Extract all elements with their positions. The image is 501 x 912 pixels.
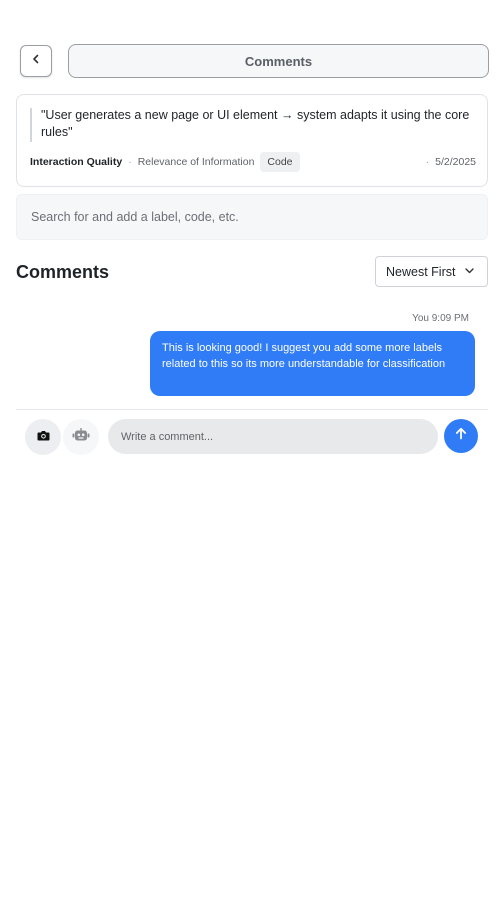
message-time: 9:09 PM: [431, 313, 469, 324]
arrow-up-icon: [455, 427, 467, 445]
category-label: Interaction Quality: [30, 156, 123, 168]
chevron-left-icon: [30, 52, 42, 70]
chevron-down-icon: [464, 265, 475, 279]
code-badge[interactable]: Code: [260, 152, 300, 172]
meta-row: Interaction Quality · Relevance of Infor…: [30, 151, 476, 173]
search-input[interactable]: [31, 210, 473, 224]
separator-dot: ·: [128, 156, 132, 168]
send-button[interactable]: [444, 419, 478, 453]
divider: [16, 409, 488, 410]
search-bar[interactable]: [16, 194, 488, 240]
quote-text: "User generates a new page or UI element…: [41, 108, 470, 139]
section-title: Comments: [16, 262, 110, 282]
message-meta: You 9:09 PM: [300, 313, 469, 324]
quote-card[interactable]: "User generates a new page or UI element…: [16, 94, 488, 187]
quote-bar: [30, 108, 32, 142]
sort-selected-label: Newest First: [386, 264, 456, 279]
comment-field[interactable]: [108, 419, 438, 454]
camera-icon: [37, 428, 50, 446]
back-button[interactable]: [20, 45, 52, 77]
robot-icon: [72, 427, 90, 447]
message-author: You: [412, 313, 429, 324]
page-title[interactable]: Comments: [68, 44, 489, 78]
subcategory-label: Relevance of Information: [137, 156, 255, 168]
camera-button[interactable]: [25, 419, 61, 455]
bot-button[interactable]: [63, 419, 99, 455]
comment-input[interactable]: [121, 430, 425, 443]
sort-dropdown[interactable]: Newest First: [375, 256, 488, 287]
date-label: 5/2/2025: [435, 156, 476, 168]
separator-dot: ·: [425, 156, 430, 168]
message-bubble: This is looking good! I suggest you add …: [150, 331, 475, 396]
